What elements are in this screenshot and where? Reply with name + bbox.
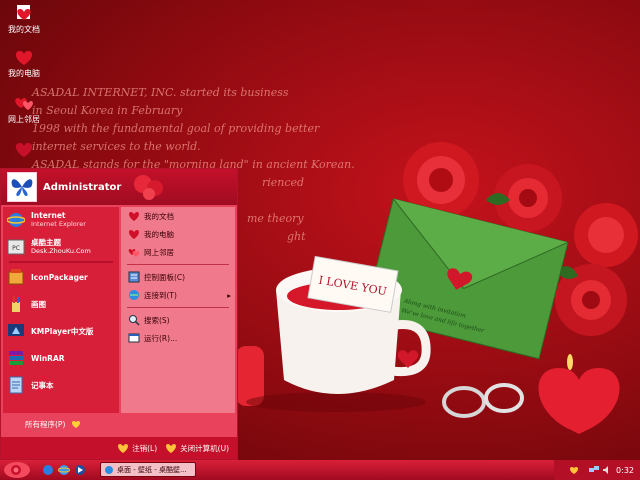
desktop-icon-my-documents[interactable]: 我的文档: [0, 4, 48, 35]
program-paint[interactable]: 画图: [3, 291, 119, 317]
start-menu-programs: Internet Internet Explorer PC 桌酷主题 Desk.Zh…: [3, 207, 119, 413]
place-my-computer[interactable]: 我的电脑: [121, 225, 235, 243]
network-icon[interactable]: [589, 465, 600, 475]
rings: [442, 383, 524, 418]
separator: [127, 307, 229, 308]
svg-text:PC: PC: [12, 245, 20, 252]
clock[interactable]: 0:32: [616, 466, 634, 475]
heart-document-icon: [129, 212, 139, 221]
place-my-documents[interactable]: 我的文档: [121, 207, 235, 225]
all-programs-button[interactable]: 所有程序(P): [3, 415, 119, 433]
hearts-network-icon: [128, 249, 140, 257]
start-menu-header: Administrator: [1, 169, 237, 205]
heart-logoff-icon: [118, 444, 129, 453]
start-button[interactable]: [2, 461, 32, 479]
rose-decoration-icon: [134, 175, 164, 200]
winrar-icon: [9, 351, 23, 365]
bg-line: 1998 with the fundamental goal of provid…: [32, 122, 320, 135]
zhouku-theme-icon: PC: [7, 239, 25, 255]
program-winrar[interactable]: WinRAR: [3, 345, 119, 371]
heart-computer-icon: [15, 51, 33, 65]
connect-to-item[interactable]: 连接到(T) ▸: [121, 286, 235, 304]
bg-line: ASADAL INTERNET, INC. started its busine…: [32, 86, 289, 99]
program-internet[interactable]: Internet Internet Explorer: [3, 207, 119, 233]
avatar[interactable]: [7, 172, 37, 202]
control-panel-icon: [128, 271, 140, 283]
notepad-icon: [9, 376, 23, 394]
start-menu-footer: 注销(L) 关闭计算机(U): [1, 437, 237, 459]
program-iconpackager[interactable]: IconPackager: [3, 264, 119, 290]
program-zhouku[interactable]: PC 桌酷主题 Desk.ZhouKu.Com: [3, 234, 119, 260]
control-panel-item[interactable]: 控制面板(C): [121, 268, 235, 286]
heart-arrow-icon: [72, 421, 81, 428]
search-icon: [129, 315, 140, 326]
shutdown-button[interactable]: 关闭计算机(U): [165, 442, 229, 454]
system-tray: 0:32: [554, 460, 640, 480]
taskbar-button-desktop[interactable]: 桌面 - 壁纸 - 桌酷壁...: [100, 462, 196, 477]
hearts-network-icon: [15, 98, 33, 110]
start-menu: Administrator Internet Internet Explorer …: [0, 168, 238, 460]
kmplayer-icon: [8, 324, 24, 336]
wallpaper-photo: Along with invitation We've love and lif…: [236, 142, 638, 434]
run-item[interactable]: 运行(R)...: [121, 329, 235, 347]
media-player-icon[interactable]: [74, 464, 86, 476]
submenu-arrow-icon: ▸: [227, 290, 231, 300]
place-network[interactable]: 网上邻居: [121, 243, 235, 261]
run-icon: [128, 333, 140, 343]
start-menu-places: 我的文档 我的电脑 网上邻居 控制面板(C) 连接到(T) ▸ 搜索(S) 运行…: [121, 207, 235, 413]
taskbar: 桌面 - 壁纸 - 桌酷壁... 0:32: [0, 460, 640, 480]
explorer-window-icon: [105, 465, 113, 474]
desktop-icon-network[interactable]: 网上邻居: [0, 94, 48, 125]
bg-line: in Seoul Korea in February: [32, 104, 183, 117]
desktop-icon-recycle[interactable]: [0, 140, 48, 160]
heart-computer-icon: [129, 230, 139, 239]
paint-icon: [12, 296, 20, 312]
program-notepad[interactable]: 记事本: [3, 372, 119, 398]
butterfly-icon: [11, 179, 33, 196]
username: Administrator: [43, 181, 122, 193]
connect-to-icon: [129, 290, 139, 300]
show-desktop-icon[interactable]: [42, 464, 54, 476]
volume-icon[interactable]: [602, 465, 612, 475]
tray-expand-icon[interactable]: [569, 465, 579, 475]
separator: [9, 261, 113, 263]
heart-power-icon: [166, 444, 177, 453]
logoff-button[interactable]: 注销(L): [117, 442, 157, 454]
iconpackager-icon: [8, 269, 24, 285]
program-kmplayer[interactable]: KMPlayer中文版: [3, 318, 119, 344]
heart-recycle-icon: [15, 143, 33, 157]
search-item[interactable]: 搜索(S): [121, 311, 235, 329]
separator: [127, 264, 229, 265]
internet-explorer-icon: [7, 213, 25, 227]
desktop-icon-my-computer[interactable]: 我的电脑: [0, 48, 48, 79]
heart-document-icon: [17, 5, 31, 20]
heart-candle: [538, 354, 620, 434]
internet-explorer-icon[interactable]: [58, 464, 70, 476]
